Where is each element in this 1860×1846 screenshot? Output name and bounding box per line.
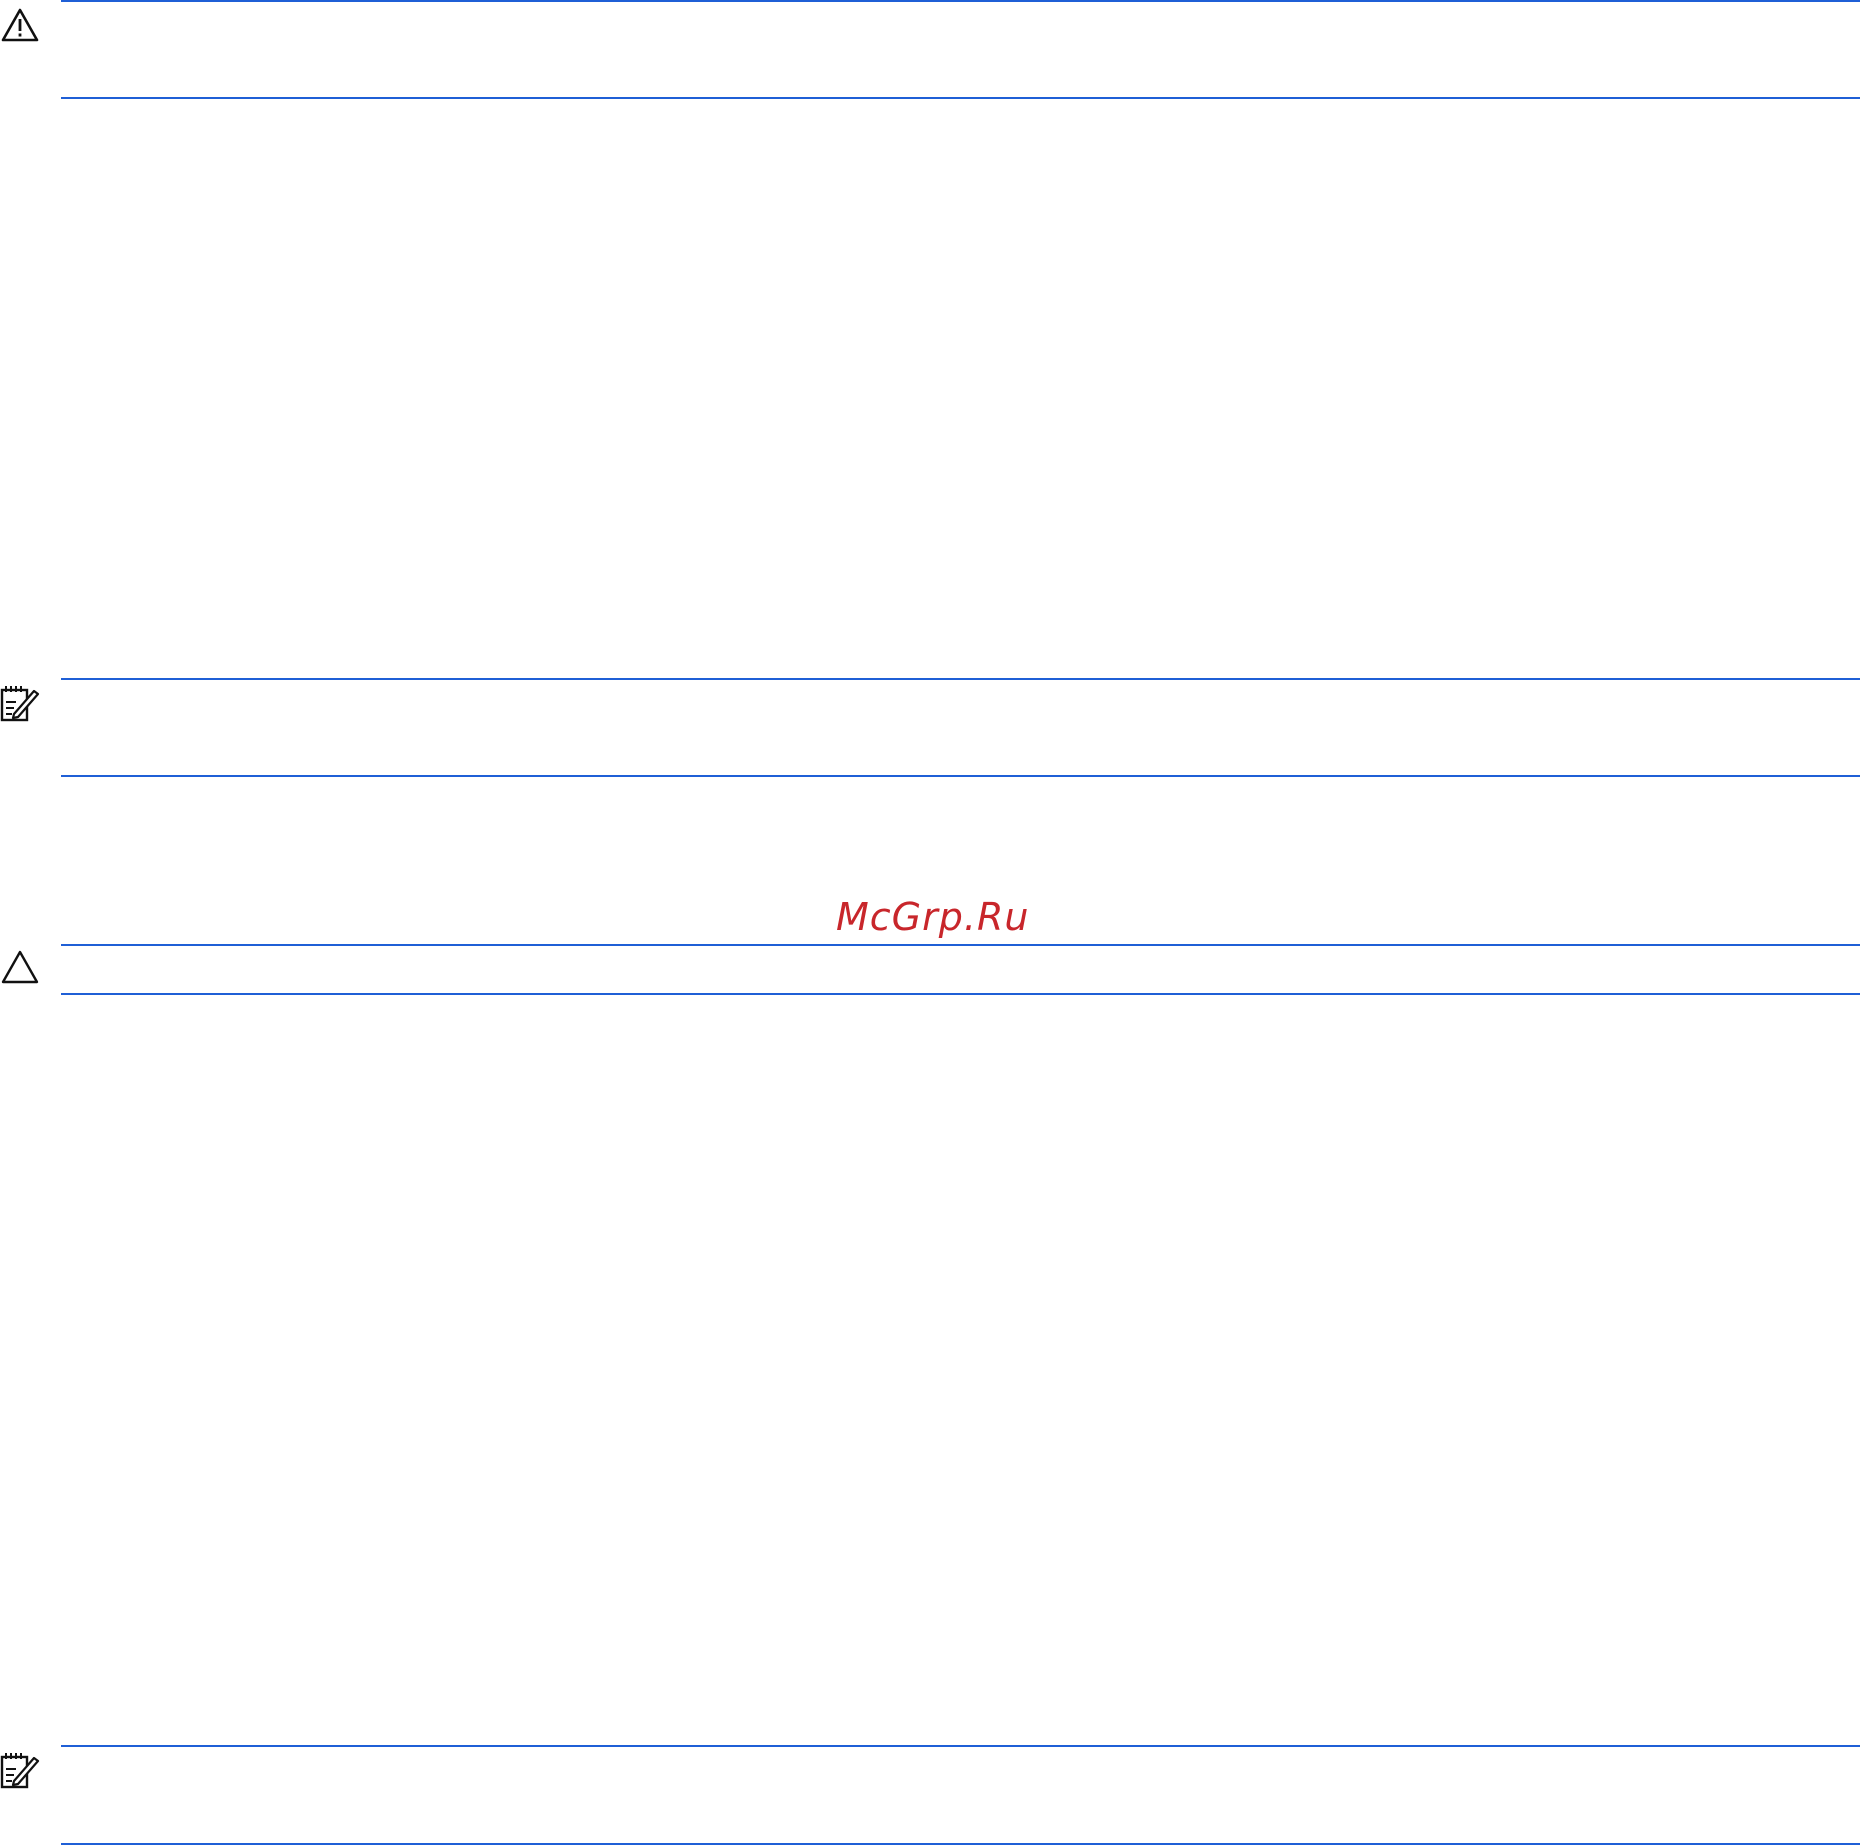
notice-bottom-rule [61,1843,1860,1845]
notice-bottom-rule [61,993,1860,995]
watermark: McGrp.Ru [836,895,1030,939]
warning-icon [0,6,40,46]
notice-top-rule [61,944,1860,946]
note-icon [0,1750,40,1790]
notice-bottom-rule [61,775,1860,777]
notice-top-rule [61,0,1860,2]
notice-bottom-rule [61,97,1860,99]
caution-icon [0,948,40,988]
notice-top-rule [61,1745,1860,1747]
notice-top-rule [61,678,1860,680]
note-icon [0,683,40,723]
